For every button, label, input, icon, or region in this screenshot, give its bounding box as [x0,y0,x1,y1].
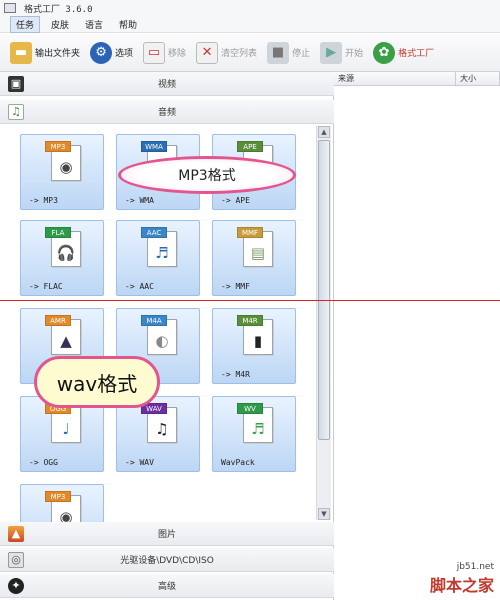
category-picture[interactable]: ▲ 图片 [0,522,334,546]
title-bar: 格式工厂 3.6.0 [0,0,500,16]
category-panel: ▣ 视频 ♫ 音频 MP3 ◉ -> MP3 WMA ♫ -> WMA APE … [0,72,334,600]
column-source[interactable]: 来源 [334,72,456,86]
category-video-label: 视频 [157,80,176,90]
menu-skin[interactable]: 皮肤 [46,17,74,32]
stop-button[interactable]: ■ 停止 [267,41,311,64]
headphones-icon: 🎧 [56,244,76,262]
tile-wavpack[interactable]: WV ♬ WavPack [212,396,296,472]
menu-bar: 任务 皮肤 语言 帮助 [0,15,500,33]
options-button[interactable]: ⚙ 选项 [90,41,134,64]
options-label: 选项 [115,49,134,59]
tile-flac[interactable]: FLA 🎧 -> FLAC [20,220,104,296]
tile-label: -> FLAC [29,282,63,291]
category-video[interactable]: ▣ 视频 [0,72,334,96]
tile-mmf[interactable]: MMF ▤ -> MMF [212,220,296,296]
scroll-thumb[interactable] [318,140,330,440]
mp3-callout: MP3格式 [118,156,296,194]
format-badge: WV [237,403,263,414]
tile-label: -> WAV [125,458,154,467]
tile-mp2[interactable]: MP3 ◉ [20,484,104,524]
category-audio-label: 音频 [157,108,176,118]
tile-label: -> APE [221,196,250,205]
tile-label: -> WMA [125,196,154,205]
stop-label: 停止 [292,49,311,59]
scroll-up-arrow[interactable]: ▲ [318,126,330,138]
options-icon: ⚙ [90,41,113,64]
tile-aac[interactable]: AAC ♬ -> AAC [116,220,200,296]
brand-label: 格式工厂 [398,49,435,59]
menu-task[interactable]: 任务 [10,15,41,33]
remove-button[interactable]: ▭ 移除 [143,41,187,64]
category-advanced-label: 高级 [157,582,176,592]
separator-line [0,300,500,301]
column-size[interactable]: 大小 [456,72,500,86]
folder-icon: ▬ [10,41,32,64]
task-list-panel: 来源 大小 [334,72,500,600]
music-icon: ♬ [155,244,169,262]
tile-mp3[interactable]: MP3 ◉ -> MP3 [20,134,104,210]
speaker-icon: ◉ [59,158,73,176]
menu-language[interactable]: 语言 [80,17,108,32]
app-icon [4,3,16,13]
category-rom[interactable]: ◎ 光驱设备\DVD\CD\ISO [0,548,334,572]
grid-scrollbar[interactable]: ▲ ▼ [316,126,331,520]
tile-label: -> MMF [221,282,250,291]
category-picture-label: 图片 [157,530,176,540]
stop-icon: ■ [267,41,290,64]
document-lines-icon: ▤ [250,244,266,262]
tile-label: -> AAC [125,282,154,291]
category-advanced[interactable]: ✦ 高级 [0,574,334,598]
format-badge: FLA [45,227,71,238]
tile-m4r[interactable]: M4R ▮ -> M4R [212,308,296,384]
category-rom-label: 光驱设备\DVD\CD\ISO [120,556,214,566]
brand-button[interactable]: ✿ 格式工厂 [373,41,435,64]
format-badge: MP3 [45,141,71,152]
format-badge: APE [237,141,263,152]
disc-icon: ◐ [155,332,169,350]
music-notes-icon: ♬ [251,420,265,438]
clear-list-label: 清空列表 [221,49,258,59]
output-folder-label: 输出文件夹 [35,49,81,59]
scroll-down-arrow[interactable]: ▼ [318,508,330,520]
format-badge: MMF [237,227,263,238]
start-label: 开始 [345,49,364,59]
format-badge: M4A [141,315,167,326]
format-badge: AAC [141,227,167,238]
format-badge: AMR [45,315,71,326]
tile-label: -> M4R [221,370,250,379]
wav-callout: wav格式 [34,356,160,408]
tile-label: -> MP3 [29,196,58,205]
tile-label: -> OGG [29,458,58,467]
remove-label: 移除 [168,49,187,59]
watermark: jb51.net 脚本之家 [430,562,494,596]
music-notes-icon: ♫ [155,420,169,438]
start-button[interactable]: ▶ 开始 [320,41,364,64]
music-note-icon: ♩ [62,420,70,438]
clear-list-button[interactable]: ✕ 清空列表 [196,41,258,64]
mp3-callout-text: MP3格式 [178,168,236,184]
remove-icon: ▭ [143,41,166,64]
format-badge: MP3 [45,491,71,502]
output-folder-button[interactable]: ▬ 输出文件夹 [10,41,81,64]
format-badge: WMA [141,141,167,152]
watermark-url: jb51.net [456,562,494,572]
wav-callout-text: wav格式 [56,371,138,396]
menu-help[interactable]: 帮助 [114,17,142,32]
phone-icon: ▲ [60,332,72,350]
watermark-name: 脚本之家 [429,576,494,595]
format-badge: M4R [237,315,263,326]
start-icon: ▶ [320,41,343,64]
format-factory-logo-icon: ✿ [373,41,396,64]
toolbar: ▬ 输出文件夹 ⚙ 选项 ▭ 移除 ✕ 清空列表 ■ 停止 ▶ 开始 ✿ 格式工… [0,34,500,72]
clear-icon: ✕ [196,41,219,64]
phone-icon: ▮ [253,332,263,350]
tile-label: WavPack [221,458,255,467]
window-title: 格式工厂 3.6.0 [24,4,93,15]
category-audio[interactable]: ♫ 音频 [0,100,334,124]
